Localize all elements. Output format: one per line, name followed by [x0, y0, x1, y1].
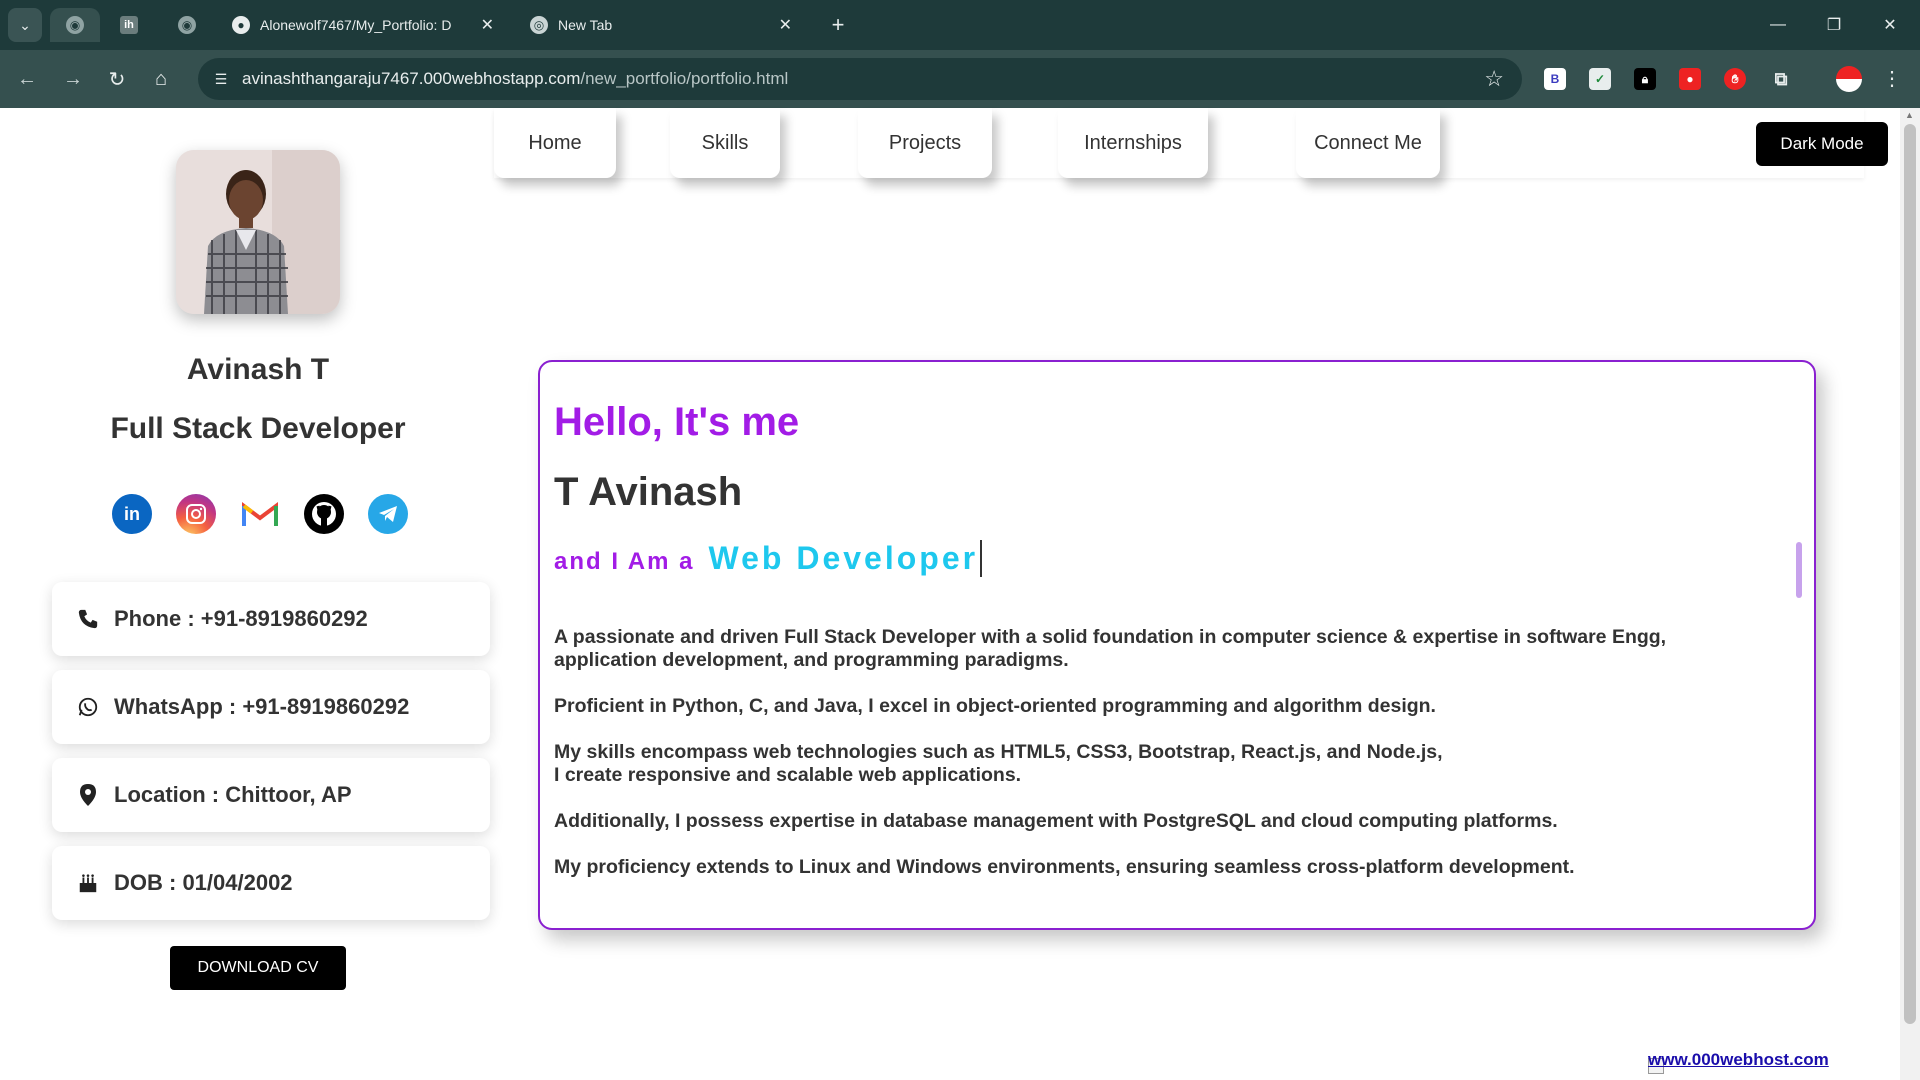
- whatsapp-text: WhatsApp : +91-8919860292: [114, 694, 410, 719]
- about-line: My skills encompass web technologies suc…: [554, 741, 1443, 763]
- back-arrow-icon[interactable]: ←: [12, 64, 42, 94]
- extension-lock-icon[interactable]: 🔒︎: [1634, 68, 1656, 90]
- gmail-icon[interactable]: [240, 494, 280, 534]
- tab-title: New Tab: [558, 17, 613, 33]
- nav-connect-me[interactable]: Connect Me: [1296, 108, 1440, 178]
- nav-skills[interactable]: Skills: [670, 108, 780, 178]
- tab-new-tab[interactable]: ◎ New Tab ✕: [530, 8, 802, 42]
- page-viewport: Avinash T Full Stack Developer in Phone …: [0, 108, 1900, 1080]
- scrollbar-thumb[interactable]: [1904, 124, 1916, 1024]
- telegram-icon[interactable]: [368, 494, 408, 534]
- phone-text: Phone : +91-8919860292: [114, 606, 368, 631]
- whatsapp-card: WhatsApp : +91-8919860292: [52, 670, 490, 744]
- page-scrollbar[interactable]: ▲: [1900, 108, 1920, 1080]
- about-paragraph-2: Proficient in Python, C, and Java, I exc…: [554, 695, 1436, 717]
- extension-hand-icon[interactable]: ✋︎: [1724, 68, 1746, 90]
- about-paragraph-5: My proficiency extends to Linux and Wind…: [554, 856, 1575, 878]
- inner-scroll-thumb[interactable]: [1796, 542, 1802, 598]
- minimize-icon[interactable]: —: [1758, 10, 1798, 40]
- tab-globe-active[interactable]: ◉: [50, 8, 100, 42]
- home-icon[interactable]: ⌂: [146, 64, 176, 94]
- tab-search-chevron-icon[interactable]: ⌄: [8, 8, 42, 42]
- profile-role: Full Stack Developer: [110, 412, 406, 445]
- main-navbar: Home Skills Projects Internships Connect…: [494, 108, 1864, 178]
- about-card: Hello, It's me T Avinash and I Am a Web …: [538, 360, 1816, 930]
- about-line: application development, and programming…: [554, 649, 1069, 671]
- about-line: A passionate and driven Full Stack Devel…: [554, 626, 1667, 648]
- profile-avatar-icon[interactable]: [1836, 66, 1862, 92]
- profile-name: Avinash T: [186, 353, 330, 386]
- about-paragraph-3: My skills encompass web technologies suc…: [554, 741, 1443, 787]
- birthday-cake-icon: [76, 872, 100, 894]
- extension-check-icon[interactable]: ✓: [1589, 68, 1611, 90]
- close-icon[interactable]: ✕: [481, 15, 494, 35]
- bookmark-star-icon[interactable]: ☆: [1484, 66, 1504, 92]
- address-bar[interactable]: ☰ avinashthangaraju7467.000webhostapp.co…: [198, 58, 1522, 100]
- github-icon[interactable]: [304, 494, 344, 534]
- full-name-heading: T Avinash: [554, 470, 743, 514]
- dob-card: DOB : 01/04/2002: [52, 846, 490, 920]
- social-links: in: [112, 494, 408, 534]
- profile-photo: [176, 150, 340, 314]
- nav-projects[interactable]: Projects: [858, 108, 992, 178]
- phone-icon: [76, 608, 100, 630]
- whatsapp-icon: [76, 696, 100, 718]
- url-text: avinashthangaraju7467.000webhostapp.com/…: [242, 69, 789, 88]
- globe-icon: ◉: [66, 16, 84, 34]
- greeting-heading: Hello, It's me: [554, 400, 800, 444]
- about-paragraph-1: A passionate and driven Full Stack Devel…: [554, 626, 1666, 672]
- instagram-icon[interactable]: [176, 494, 216, 534]
- ih-icon: ih: [120, 16, 138, 34]
- github-icon: ●: [232, 16, 250, 34]
- extensions-puzzle-icon[interactable]: ⧉: [1770, 68, 1792, 90]
- tab-title: Alonewolf7467/My_Portfolio: D: [260, 17, 452, 33]
- dob-text: DOB : 01/04/2002: [114, 870, 293, 895]
- reload-icon[interactable]: ↻: [102, 64, 132, 94]
- close-icon[interactable]: ✕: [779, 15, 792, 35]
- globe-icon: ◉: [178, 16, 196, 34]
- dark-mode-button[interactable]: Dark Mode: [1756, 122, 1888, 166]
- extension-record-icon[interactable]: ●: [1679, 68, 1701, 90]
- location-pin-icon: [76, 783, 100, 807]
- tab-globe[interactable]: ◉: [178, 8, 206, 42]
- chrome-icon: ◎: [530, 16, 548, 34]
- forward-arrow-icon[interactable]: →: [58, 64, 88, 94]
- webhost-footer-link[interactable]: www.000webhost.com: [1648, 1050, 1829, 1070]
- linkedin-icon[interactable]: in: [112, 494, 152, 534]
- close-window-icon[interactable]: ✕: [1870, 10, 1910, 40]
- download-cv-button[interactable]: DOWNLOAD CV: [170, 946, 346, 990]
- restore-icon[interactable]: ❐: [1814, 10, 1854, 40]
- person-photo-icon: [176, 150, 340, 314]
- new-tab-plus-icon[interactable]: +: [825, 12, 851, 38]
- nav-home[interactable]: Home: [494, 108, 616, 178]
- tab-ih[interactable]: ih: [120, 8, 148, 42]
- scroll-up-arrow-icon[interactable]: ▲: [1905, 110, 1914, 120]
- tab-github-portfolio[interactable]: ● Alonewolf7467/My_Portfolio: D ✕: [232, 8, 504, 42]
- role-prefix: and I Am a: [554, 548, 695, 575]
- phone-card: Phone : +91-8919860292: [52, 582, 490, 656]
- about-line: I create responsive and scalable web app…: [554, 764, 1022, 786]
- site-info-icon[interactable]: ☰: [212, 70, 230, 88]
- role-line: and I Am a Web Developer: [554, 540, 983, 577]
- location-card: Location : Chittoor, AP: [52, 758, 490, 832]
- browser-tab-strip: ⌄ ◉ ih ◉ ● Alonewolf7467/My_Portfolio: D…: [0, 0, 1920, 50]
- location-text: Location : Chittoor, AP: [114, 782, 352, 807]
- extension-b-icon[interactable]: B: [1544, 68, 1566, 90]
- typed-role: Web Developer: [708, 540, 983, 577]
- browser-toolbar: ← → ↻ ⌂ ☰ avinashthangaraju7467.000webho…: [0, 50, 1920, 108]
- menu-kebab-icon[interactable]: ⋮: [1882, 66, 1902, 91]
- about-paragraph-4: Additionally, I possess expertise in dat…: [554, 810, 1558, 832]
- nav-internships[interactable]: Internships: [1058, 108, 1208, 178]
